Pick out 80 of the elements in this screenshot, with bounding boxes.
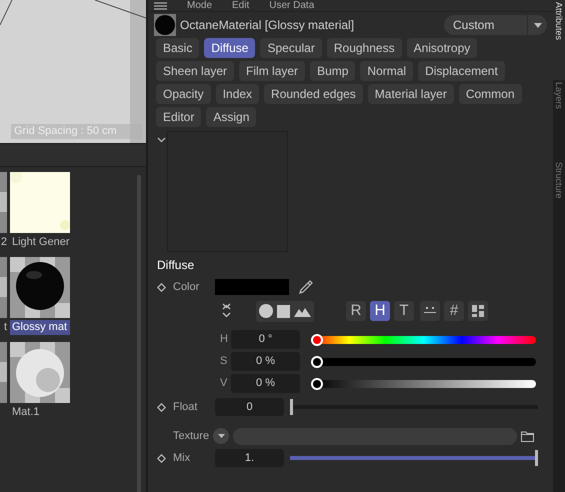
slider-handle[interactable] [290, 399, 293, 415]
tab[interactable]: Material layer [368, 84, 454, 104]
eyedropper-icon[interactable] [298, 280, 313, 294]
side-tab[interactable]: Structure [553, 160, 565, 240]
field-label: H [220, 332, 229, 348]
tab[interactable]: Bump [310, 61, 356, 81]
material-thumbnail[interactable]: Glossy mat [10, 257, 70, 335]
color-picker-mode-group[interactable] [256, 300, 314, 322]
color-slider-track[interactable] [311, 380, 536, 388]
caret-icon [218, 434, 225, 438]
tab[interactable]: Opacity [156, 84, 211, 104]
material-label: Mat.1 [11, 405, 41, 420]
slider-handle[interactable] [535, 450, 538, 466]
field-label: Color [173, 280, 200, 295]
material-thumbnail[interactable]: Mat.1 [10, 342, 70, 420]
tab[interactable]: Normal [360, 61, 414, 81]
tab[interactable]: Common [458, 84, 522, 104]
value-field[interactable]: 0 % [231, 374, 300, 393]
caret-icon [534, 22, 542, 28]
tab[interactable]: Sheen layer [156, 61, 234, 81]
keyframe-diamond-icon[interactable] [157, 282, 166, 292]
tab[interactable]: Specular [260, 38, 322, 58]
tiles-icon [472, 305, 484, 317]
menu-item[interactable]: User Data [269, 0, 314, 12]
slider-track[interactable] [290, 456, 538, 460]
tab[interactable]: Film layer [239, 61, 306, 81]
mode-button[interactable]: H [370, 301, 390, 321]
material-sphere-icon [154, 14, 176, 36]
material-label: Light Gener [11, 235, 70, 250]
material-label: Glossy mat [10, 320, 70, 335]
mode-button[interactable]: T [394, 301, 414, 321]
tiles-mode-button[interactable] [468, 301, 488, 321]
keyframe-diamond-icon[interactable] [157, 454, 166, 462]
mountain-icon[interactable] [294, 306, 311, 316]
tab[interactable]: Assign [206, 107, 256, 127]
keyframe-diamond-icon[interactable] [157, 402, 166, 412]
side-tab[interactable]: Attributes [553, 0, 565, 80]
tab[interactable]: Displacement [418, 61, 505, 81]
menu-icon[interactable] [154, 2, 167, 10]
menu-item[interactable]: Mode [187, 0, 212, 12]
tab[interactable]: Index [216, 84, 260, 104]
square-icon[interactable] [277, 304, 290, 318]
slider-thumb[interactable] [311, 378, 323, 390]
side-tab[interactable]: Layers [553, 80, 565, 160]
value-field[interactable]: 0 [215, 398, 284, 416]
material-thumbnail[interactable]: Light Gener [10, 172, 70, 250]
color-slider-track[interactable] [311, 358, 536, 366]
swatches-mode-button[interactable] [420, 301, 440, 321]
field-label: Float [173, 400, 198, 415]
circle-icon[interactable] [259, 304, 273, 318]
field-label: S [220, 354, 228, 370]
slider-thumb[interactable] [311, 356, 323, 368]
slider-thumb[interactable] [311, 334, 323, 346]
value-field[interactable]: 0 ° [231, 330, 300, 349]
preset-dropdown[interactable]: Custom [444, 15, 547, 35]
material-title: OctaneMaterial [Glossy material] [180, 17, 356, 34]
section-heading: Diffuse [157, 257, 196, 273]
dots-icon [424, 306, 436, 316]
material-label: t [2, 320, 7, 335]
mode-button[interactable]: R [346, 301, 366, 321]
menu-item[interactable]: Edit [232, 0, 250, 12]
mode-button[interactable]: # [444, 301, 464, 321]
color-swatch[interactable] [215, 279, 289, 295]
tab[interactable]: Editor [156, 107, 202, 127]
value-field[interactable]: 0 % [231, 352, 300, 371]
material-label: 2 [0, 235, 7, 250]
field-label: V [220, 376, 228, 392]
tab[interactable]: Diffuse [204, 38, 256, 58]
field-label: Mix [173, 450, 192, 466]
texture-menu-button[interactable] [213, 428, 230, 444]
collapse-chevron-icon[interactable] [157, 137, 166, 143]
tab[interactable]: Rounded edges [264, 84, 363, 104]
color-slider-track[interactable] [311, 336, 536, 344]
value-field[interactable]: 1. [215, 449, 284, 467]
folder-icon[interactable] [521, 430, 534, 442]
expand-icon[interactable] [222, 303, 231, 319]
tab[interactable]: Basic [156, 38, 200, 58]
field-label: Texture [173, 428, 210, 444]
tab[interactable]: Anisotropy [406, 38, 478, 58]
tab[interactable]: Roughness [326, 38, 402, 58]
